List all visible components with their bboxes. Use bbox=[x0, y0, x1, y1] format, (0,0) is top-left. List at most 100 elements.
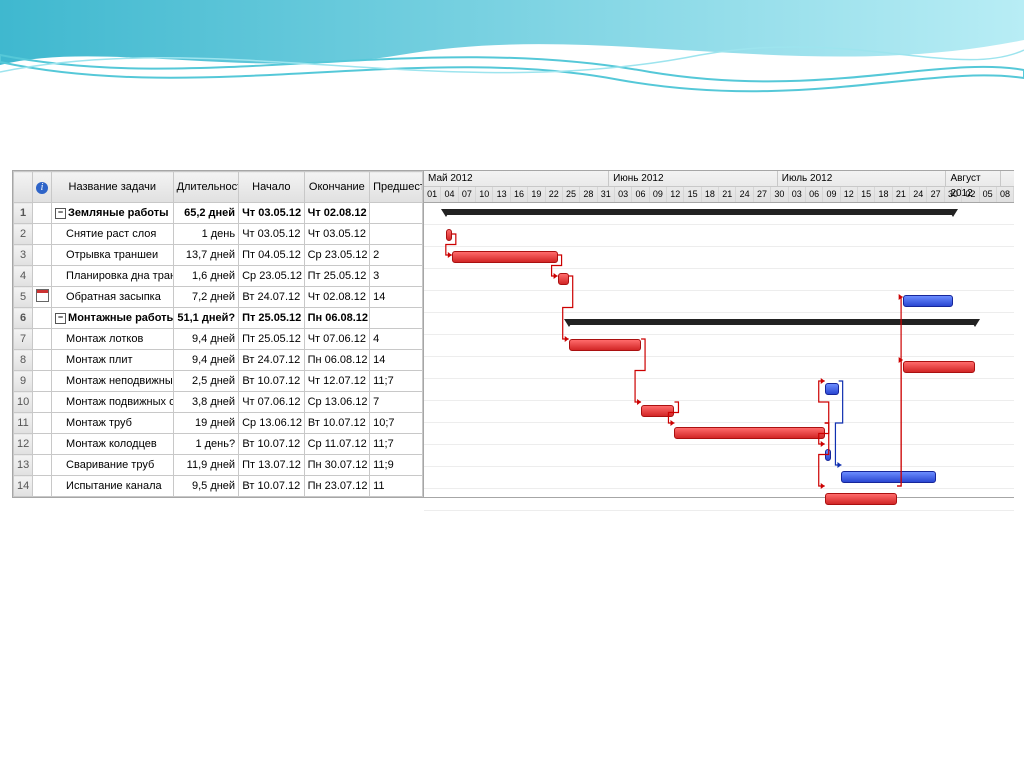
cell-duration[interactable]: 9,4 дней bbox=[173, 350, 239, 371]
cell-duration[interactable]: 51,1 дней? bbox=[173, 308, 239, 329]
table-row[interactable]: 4Планировка дна тран1,6 днейСр 23.05.12П… bbox=[14, 266, 423, 287]
cell-pred[interactable]: 3 bbox=[370, 266, 423, 287]
cell-name[interactable]: Отрывка траншеи bbox=[52, 245, 174, 266]
cell-pred[interactable]: 10;7 bbox=[370, 413, 423, 434]
cell-pred[interactable]: 14 bbox=[370, 350, 423, 371]
cell-end[interactable]: Пн 30.07.12 bbox=[304, 455, 370, 476]
cell-name[interactable]: Испытание канала bbox=[52, 476, 174, 497]
gantt-timeline-pane[interactable]: Май 2012Июнь 2012Июль 2012Август 2012 01… bbox=[424, 171, 1014, 497]
cell-name[interactable]: Обратная засыпка bbox=[52, 287, 174, 308]
table-row[interactable]: 6−Монтажные работы51,1 дней?Пт 25.05.12П… bbox=[14, 308, 423, 329]
cell-start[interactable]: Пт 04.05.12 bbox=[239, 245, 305, 266]
table-row[interactable]: 14Испытание канала9,5 днейВт 10.07.12Пн … bbox=[14, 476, 423, 497]
table-row[interactable]: 7Монтаж лотков9,4 днейПт 25.05.12Чт 07.0… bbox=[14, 329, 423, 350]
cell-start[interactable]: Вт 10.07.12 bbox=[239, 434, 305, 455]
cell-pred[interactable] bbox=[370, 203, 423, 224]
cell-pred[interactable]: 11 bbox=[370, 476, 423, 497]
cell-end[interactable]: Пн 06.08.12 bbox=[304, 350, 370, 371]
cell-name[interactable]: Снятие раст слоя bbox=[52, 224, 174, 245]
cell-start[interactable]: Пт 25.05.12 bbox=[239, 329, 305, 350]
cell-pred[interactable]: 11;9 bbox=[370, 455, 423, 476]
task-bar[interactable] bbox=[641, 405, 674, 417]
summary-bar[interactable] bbox=[446, 209, 952, 215]
cell-pred[interactable] bbox=[370, 308, 423, 329]
cell-duration[interactable]: 9,5 дней bbox=[173, 476, 239, 497]
task-bar[interactable] bbox=[674, 427, 824, 439]
table-row[interactable]: 10Монтаж подвижных о3,8 днейЧт 07.06.12С… bbox=[14, 392, 423, 413]
cell-duration[interactable]: 19 дней bbox=[173, 413, 239, 434]
task-table-pane[interactable]: i Название задачи Длительность Начало Ок… bbox=[13, 171, 424, 497]
task-bar[interactable] bbox=[825, 493, 897, 505]
table-row[interactable]: 3Отрывка траншеи13,7 днейПт 04.05.12Ср 2… bbox=[14, 245, 423, 266]
table-row[interactable]: 13Сваривание труб11,9 днейПт 13.07.12Пн … bbox=[14, 455, 423, 476]
cell-duration[interactable]: 11,9 дней bbox=[173, 455, 239, 476]
task-bar[interactable] bbox=[841, 471, 936, 483]
table-row[interactable]: 8Монтаж плит9,4 днейВт 24.07.12Пн 06.08.… bbox=[14, 350, 423, 371]
col-header-name[interactable]: Название задачи bbox=[52, 172, 174, 203]
cell-duration[interactable]: 7,2 дней bbox=[173, 287, 239, 308]
cell-duration[interactable]: 3,8 дней bbox=[173, 392, 239, 413]
cell-start[interactable]: Пт 13.07.12 bbox=[239, 455, 305, 476]
cell-duration[interactable]: 1 день bbox=[173, 224, 239, 245]
col-header-rownum[interactable] bbox=[14, 172, 33, 203]
cell-duration[interactable]: 2,5 дней bbox=[173, 371, 239, 392]
col-header-end[interactable]: Окончание bbox=[304, 172, 370, 203]
cell-duration[interactable]: 9,4 дней bbox=[173, 329, 239, 350]
task-table[interactable]: i Название задачи Длительность Начало Ок… bbox=[13, 171, 423, 497]
cell-name[interactable]: Монтаж колодцев bbox=[52, 434, 174, 455]
cell-start[interactable]: Пт 25.05.12 bbox=[239, 308, 305, 329]
cell-pred[interactable]: 7 bbox=[370, 392, 423, 413]
cell-start[interactable]: Вт 10.07.12 bbox=[239, 371, 305, 392]
cell-end[interactable]: Чт 02.08.12 bbox=[304, 203, 370, 224]
cell-end[interactable]: Пт 25.05.12 bbox=[304, 266, 370, 287]
cell-name[interactable]: Монтаж неподвижны bbox=[52, 371, 174, 392]
task-bar[interactable] bbox=[903, 295, 953, 307]
cell-name[interactable]: Планировка дна тран bbox=[52, 266, 174, 287]
col-header-pred[interactable]: Предшеств bbox=[370, 172, 423, 203]
cell-name[interactable]: Монтаж подвижных о bbox=[52, 392, 174, 413]
cell-end[interactable]: Ср 23.05.12 bbox=[304, 245, 370, 266]
cell-name[interactable]: Монтаж труб bbox=[52, 413, 174, 434]
task-bar[interactable] bbox=[452, 251, 558, 263]
cell-start[interactable]: Чт 03.05.12 bbox=[239, 203, 305, 224]
cell-start[interactable]: Вт 24.07.12 bbox=[239, 287, 305, 308]
cell-end[interactable]: Пн 06.08.12 bbox=[304, 308, 370, 329]
cell-start[interactable]: Чт 07.06.12 bbox=[239, 392, 305, 413]
outline-collapse-icon[interactable]: − bbox=[55, 208, 66, 219]
cell-pred[interactable]: 11;7 bbox=[370, 371, 423, 392]
table-row[interactable]: 9Монтаж неподвижны2,5 днейВт 10.07.12Чт … bbox=[14, 371, 423, 392]
cell-end[interactable]: Чт 03.05.12 bbox=[304, 224, 370, 245]
cell-name[interactable]: Монтаж плит bbox=[52, 350, 174, 371]
cell-end[interactable]: Ср 13.06.12 bbox=[304, 392, 370, 413]
cell-pred[interactable]: 2 bbox=[370, 245, 423, 266]
cell-end[interactable]: Чт 02.08.12 bbox=[304, 287, 370, 308]
task-bar[interactable] bbox=[825, 449, 831, 461]
cell-end[interactable]: Вт 10.07.12 bbox=[304, 413, 370, 434]
cell-start[interactable]: Чт 03.05.12 bbox=[239, 224, 305, 245]
col-header-indicator[interactable]: i bbox=[33, 172, 52, 203]
cell-end[interactable]: Чт 12.07.12 bbox=[304, 371, 370, 392]
col-header-dur[interactable]: Длительность bbox=[173, 172, 239, 203]
table-row[interactable]: 2Снятие раст слоя1 деньЧт 03.05.12Чт 03.… bbox=[14, 224, 423, 245]
cell-duration[interactable]: 1 день? bbox=[173, 434, 239, 455]
task-bar[interactable] bbox=[446, 229, 452, 241]
cell-name[interactable]: −Монтажные работы bbox=[52, 308, 174, 329]
cell-pred[interactable] bbox=[370, 224, 423, 245]
cell-pred[interactable]: 4 bbox=[370, 329, 423, 350]
cell-pred[interactable]: 14 bbox=[370, 287, 423, 308]
cell-end[interactable]: Чт 07.06.12 bbox=[304, 329, 370, 350]
summary-bar[interactable] bbox=[569, 319, 975, 325]
cell-start[interactable]: Вт 24.07.12 bbox=[239, 350, 305, 371]
table-row[interactable]: 11Монтаж труб19 днейСр 13.06.12Вт 10.07.… bbox=[14, 413, 423, 434]
task-bar[interactable] bbox=[558, 273, 569, 285]
cell-name[interactable]: −Земляные работы bbox=[52, 203, 174, 224]
cell-duration[interactable]: 1,6 дней bbox=[173, 266, 239, 287]
table-row[interactable]: 5Обратная засыпка7,2 днейВт 24.07.12Чт 0… bbox=[14, 287, 423, 308]
cell-name[interactable]: Сваривание труб bbox=[52, 455, 174, 476]
task-bar[interactable] bbox=[825, 383, 839, 395]
cell-duration[interactable]: 65,2 дней bbox=[173, 203, 239, 224]
cell-end[interactable]: Ср 11.07.12 bbox=[304, 434, 370, 455]
cell-start[interactable]: Ср 23.05.12 bbox=[239, 266, 305, 287]
cell-name[interactable]: Монтаж лотков bbox=[52, 329, 174, 350]
table-row[interactable]: 1−Земляные работы65,2 днейЧт 03.05.12Чт … bbox=[14, 203, 423, 224]
